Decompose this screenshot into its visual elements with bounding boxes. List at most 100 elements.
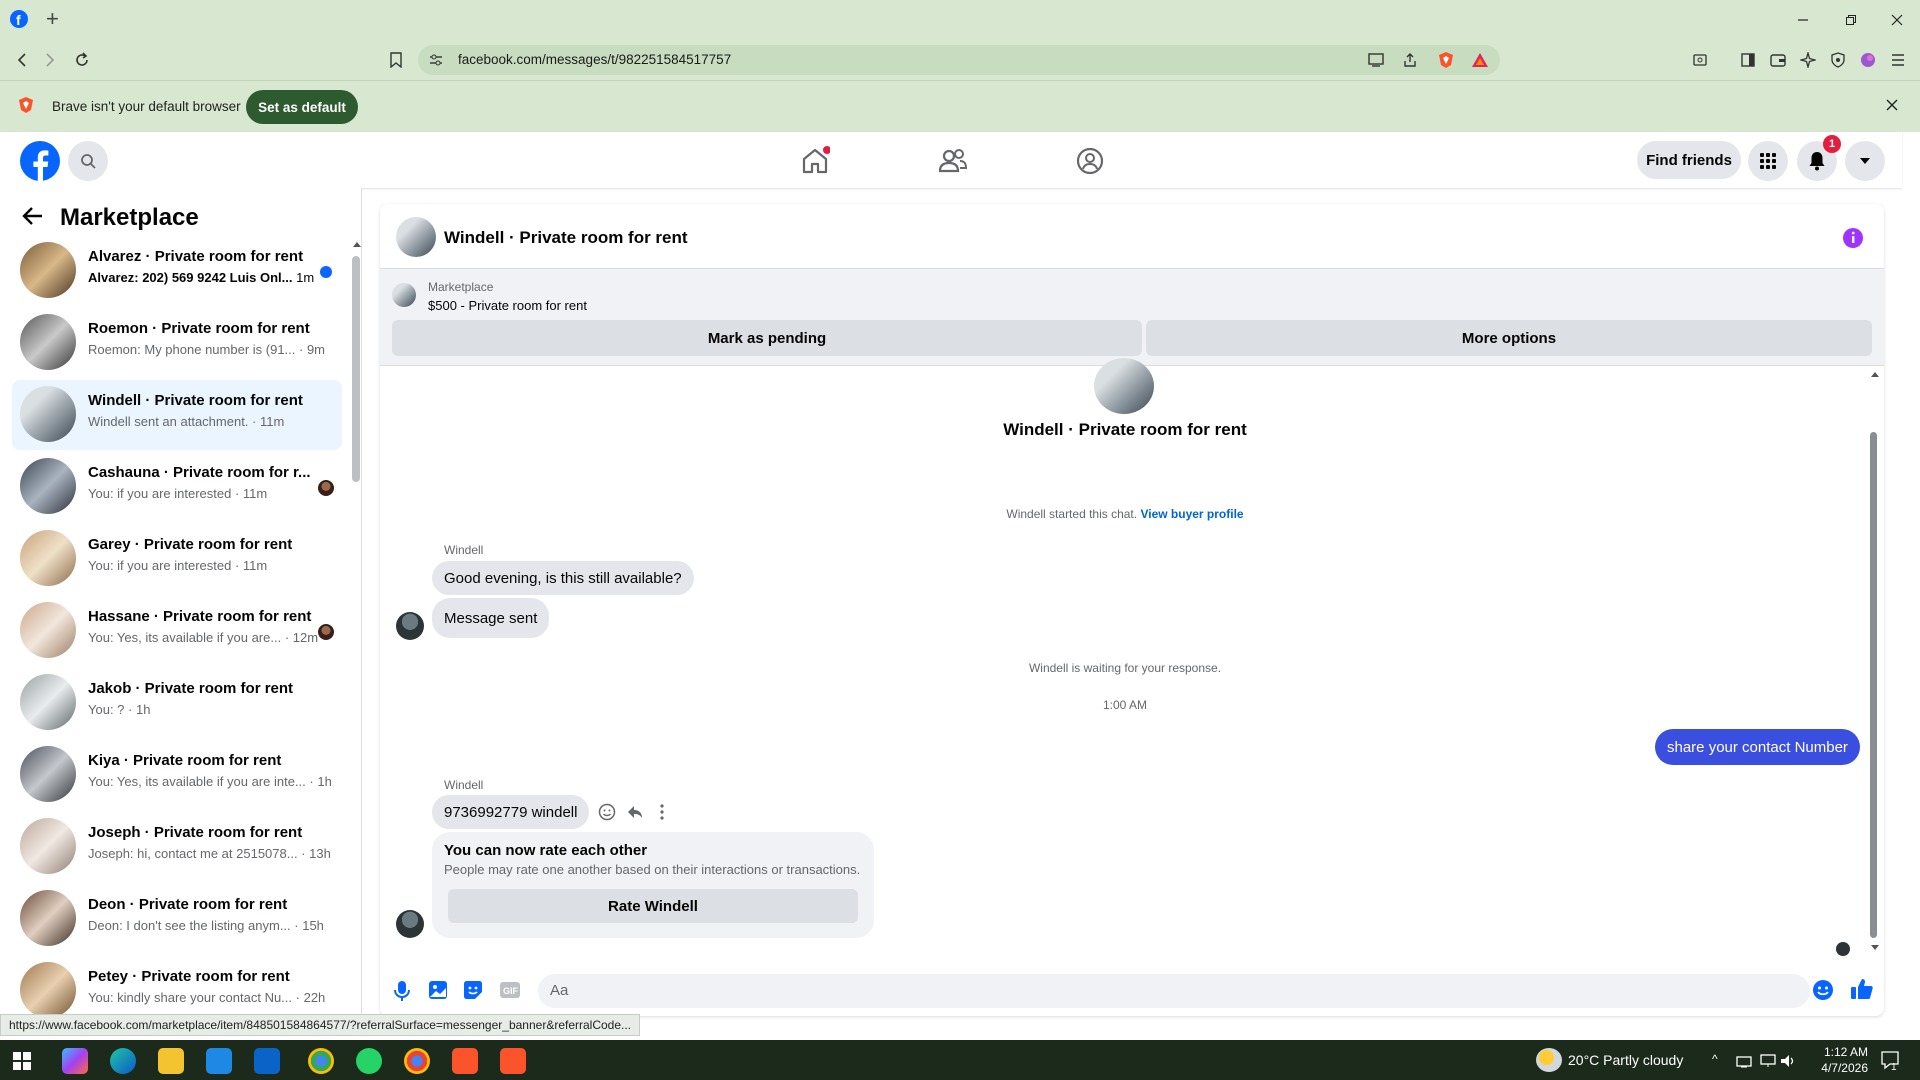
- sticker-icon[interactable]: [463, 980, 483, 1000]
- facebook-tab[interactable]: f: [8, 6, 30, 32]
- message-bubble[interactable]: Message sent: [432, 598, 550, 638]
- conversation-item[interactable]: Roemon · Private room for rent Roemon: My…: [12, 308, 342, 378]
- whatsapp-icon[interactable]: [356, 1048, 382, 1074]
- message-bubble[interactable]: Good evening, is this still available?: [432, 561, 694, 595]
- share-icon[interactable]: [1398, 48, 1422, 72]
- minimize-icon[interactable]: [1788, 8, 1818, 32]
- sidebar-scroll-up-icon[interactable]: [352, 240, 362, 248]
- menu-grid-button[interactable]: [1748, 141, 1788, 181]
- more-options-button[interactable]: More options: [1146, 320, 1872, 356]
- preview-separator: ·: [124, 702, 136, 717]
- brave-shields-icon[interactable]: [1434, 48, 1458, 72]
- sidebar-toggle-icon[interactable]: [1736, 48, 1760, 72]
- forward-icon[interactable]: [38, 48, 62, 72]
- restore-icon[interactable]: [1836, 8, 1866, 32]
- wallet-icon[interactable]: [1766, 48, 1790, 72]
- emoji-icon[interactable]: [1812, 979, 1834, 1001]
- home-icon[interactable]: [800, 146, 830, 176]
- info-icon[interactable]: [1842, 227, 1864, 249]
- sidebar-scrollbar[interactable]: [352, 256, 360, 482]
- like-icon[interactable]: [1850, 977, 1874, 1001]
- weather-text[interactable]: 20°C Partly cloudy: [1568, 1052, 1683, 1068]
- conversation-item[interactable]: Deon · Private room for rent Deon: I don'…: [12, 884, 342, 954]
- listing-price-title[interactable]: $500 - Private room for rent: [428, 298, 587, 313]
- brave-taskbar-icon-2[interactable]: [500, 1048, 526, 1074]
- mark-as-pending-button[interactable]: Mark as pending: [392, 320, 1142, 356]
- attach-photo-icon[interactable]: [428, 980, 448, 1000]
- chat-title[interactable]: Windell · Private room for rent: [444, 228, 688, 248]
- my-message-bubble[interactable]: share your contact Number: [1655, 729, 1860, 765]
- chrome-icon[interactable]: [404, 1048, 430, 1074]
- conversation-item[interactable]: Hassane · Private room for rent You: Yes,…: [12, 596, 342, 666]
- conversation-item[interactable]: Cashauna · Private room for r... You: if …: [12, 452, 342, 522]
- vpn-icon[interactable]: [1826, 48, 1850, 72]
- voice-clip-icon[interactable]: [392, 980, 412, 1002]
- listing-thumbnail[interactable]: [392, 283, 416, 307]
- outlook-icon[interactable]: [254, 1048, 280, 1074]
- conversation-preview: Roemon: My phone number is (91... · 9m: [88, 342, 325, 357]
- brave-rewards-icon[interactable]: [1468, 48, 1492, 72]
- chat-scroll-down-icon[interactable]: [1870, 944, 1880, 952]
- show-hidden-icons[interactable]: ^: [1712, 1052, 1718, 1066]
- brave-taskbar-icon[interactable]: [452, 1048, 478, 1074]
- back-arrow-icon[interactable]: [22, 206, 44, 226]
- edge-icon[interactable]: [110, 1048, 136, 1074]
- store-icon[interactable]: [206, 1048, 232, 1074]
- react-icon[interactable]: [598, 803, 616, 821]
- more-actions-icon[interactable]: [656, 803, 668, 821]
- set-as-default-button[interactable]: Set as default: [246, 90, 358, 124]
- conversation-item[interactable]: Alvarez · Private room for rent Alvarez: …: [12, 236, 342, 306]
- clock-date[interactable]: 4/7/2026: [1808, 1061, 1868, 1075]
- conversation-preview-text: You: kindly share your contact Nu...: [88, 990, 293, 1005]
- leo-ai-icon[interactable]: [1796, 48, 1820, 72]
- search-button[interactable]: [68, 141, 108, 181]
- friends-icon[interactable]: [938, 146, 968, 176]
- windows-start-icon[interactable]: [13, 1052, 31, 1070]
- conversation-preview: You: ? · 1h: [88, 702, 150, 717]
- notification-center-count: 1: [1891, 1062, 1897, 1073]
- tab-search-icon[interactable]: [1688, 48, 1712, 72]
- chrome-profile-icon[interactable]: [308, 1048, 334, 1074]
- close-infobar-icon[interactable]: [1886, 99, 1898, 111]
- account-button[interactable]: [1845, 141, 1885, 181]
- url-text[interactable]: facebook.com/messages/t/982251584517757: [458, 52, 731, 67]
- sender-avatar[interactable]: [396, 612, 424, 640]
- message-bubble[interactable]: 9736992779 windell: [432, 795, 590, 829]
- conversation-item[interactable]: Joseph · Private room for rent Joseph: hi…: [12, 812, 342, 882]
- close-window-icon[interactable]: [1882, 8, 1912, 32]
- view-buyer-profile-link[interactable]: View buyer profile: [1140, 507, 1243, 521]
- weather-icon[interactable]: [1536, 1048, 1562, 1072]
- facebook-logo-icon[interactable]: [19, 140, 61, 182]
- conversation-preview: Deon: I don't see the listing anym... · …: [88, 918, 324, 933]
- volume-icon[interactable]: [1780, 1054, 1796, 1068]
- chat-scrollbar-thumb[interactable]: [1870, 432, 1877, 938]
- new-tab-button[interactable]: +: [46, 8, 59, 30]
- file-explorer-icon[interactable]: [158, 1048, 184, 1074]
- chat-avatar[interactable]: [396, 217, 436, 257]
- network-icon[interactable]: [1736, 1054, 1752, 1068]
- reply-icon[interactable]: [626, 803, 644, 821]
- clock-time[interactable]: 1:12 AM: [1808, 1045, 1868, 1059]
- bookmark-icon[interactable]: [384, 48, 408, 72]
- reload-icon[interactable]: [70, 48, 94, 72]
- sender-avatar[interactable]: [396, 910, 424, 938]
- copilot-icon[interactable]: [62, 1048, 88, 1074]
- rate-windell-button[interactable]: Rate Windell: [448, 889, 858, 923]
- conversation-item[interactable]: Garey · Private room for rent You: if you…: [12, 524, 342, 594]
- back-icon[interactable]: [10, 48, 34, 72]
- site-info-icon[interactable]: [424, 48, 448, 72]
- gif-icon[interactable]: GIF: [499, 980, 521, 1000]
- groups-icon[interactable]: [1075, 146, 1105, 176]
- chat-scroll-up-icon[interactable]: [1870, 370, 1880, 378]
- cast-icon[interactable]: [1364, 48, 1388, 72]
- message-input[interactable]: [538, 974, 1810, 1008]
- rate-description: People may rate one another based on the…: [444, 862, 861, 877]
- find-friends-button[interactable]: Find friends: [1637, 141, 1741, 179]
- menu-icon[interactable]: [1886, 48, 1910, 72]
- conversation-item[interactable]: Windell · Private room for rent Windell s…: [12, 380, 342, 450]
- profile-icon[interactable]: [1856, 48, 1880, 72]
- notification-center-icon[interactable]: [1880, 1050, 1900, 1070]
- conversation-item[interactable]: Kiya · Private room for rent You: Yes, it…: [12, 740, 342, 810]
- conversation-item[interactable]: Jakob · Private room for rent You: ? · 1h: [12, 668, 342, 738]
- display-icon[interactable]: [1760, 1054, 1776, 1068]
